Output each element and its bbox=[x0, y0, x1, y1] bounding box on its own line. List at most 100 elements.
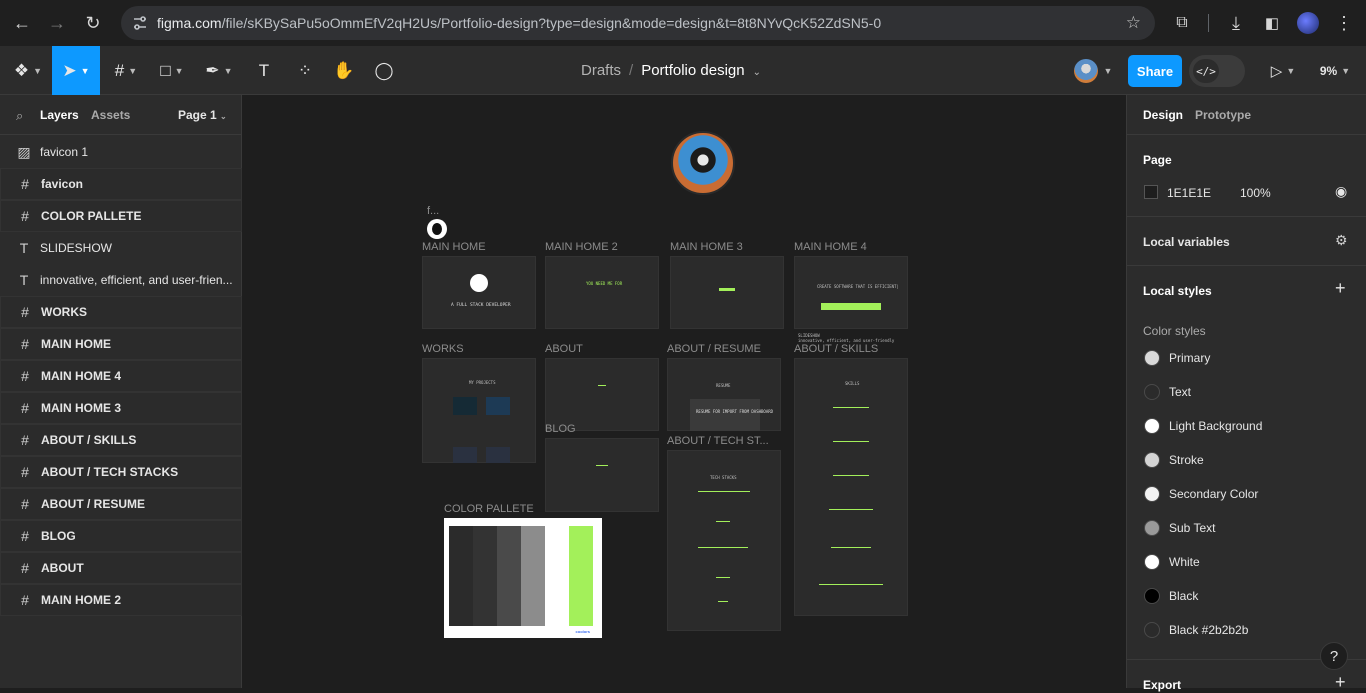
frame-label-about-skills[interactable]: ABOUT / SKILLS bbox=[794, 343, 878, 355]
present-button[interactable]: ▷ ▼ bbox=[1266, 46, 1300, 95]
zoom-menu[interactable]: 9% ▼ bbox=[1314, 46, 1356, 95]
tab-assets[interactable]: Assets bbox=[91, 108, 130, 122]
extensions-icon[interactable]: ⧉ bbox=[1168, 9, 1196, 37]
frame-icon: # bbox=[21, 432, 29, 448]
breadcrumb-drafts[interactable]: Drafts bbox=[581, 62, 621, 79]
frame-main-home-3[interactable] bbox=[670, 256, 784, 329]
frame-label-works[interactable]: WORKS bbox=[422, 343, 464, 355]
layer-item[interactable]: ▨ favicon 1 bbox=[0, 136, 242, 168]
color-style-item[interactable]: Primary bbox=[1127, 341, 1366, 375]
palette-swatch bbox=[449, 526, 473, 626]
layer-item[interactable]: # BLOG bbox=[0, 520, 242, 552]
color-style-item[interactable]: Text bbox=[1127, 375, 1366, 409]
layer-item[interactable]: # ABOUT / SKILLS bbox=[0, 424, 242, 456]
main-menu-button[interactable]: ❖ ▼ bbox=[8, 46, 48, 95]
frame-main-home-4[interactable]: CREATE SOFTWARE THAT IS EFFICIENT| bbox=[794, 256, 908, 329]
canvas[interactable]: f... MAIN HOME A FULL STACK DEVELOPER MA… bbox=[242, 95, 1126, 688]
layer-item[interactable]: # ABOUT bbox=[0, 552, 242, 584]
pen-tool-button[interactable]: ✒ ▼ bbox=[198, 46, 240, 95]
layer-item[interactable]: # ABOUT / TECH STACKS bbox=[0, 456, 242, 488]
hand-tool-button[interactable]: ✋ bbox=[330, 46, 358, 95]
color-style-item[interactable]: Sub Text bbox=[1127, 511, 1366, 545]
frame-icon: # bbox=[21, 400, 29, 416]
dev-mode-toggle[interactable]: </> bbox=[1189, 55, 1245, 87]
frame-label-about-tech[interactable]: ABOUT / TECH ST... bbox=[667, 435, 769, 447]
browser-profile-avatar[interactable] bbox=[1297, 12, 1319, 34]
color-style-item[interactable]: Stroke bbox=[1127, 443, 1366, 477]
frame-main-home[interactable]: A FULL STACK DEVELOPER bbox=[422, 256, 536, 329]
frame-label-main-home[interactable]: MAIN HOME bbox=[422, 241, 486, 253]
frame-icon: # bbox=[21, 464, 29, 480]
frame-works[interactable]: MY PROJECTS bbox=[422, 358, 536, 463]
layer-item[interactable]: Tinnovative, efficient, and user-frien..… bbox=[0, 264, 242, 296]
local-variables-label[interactable]: Local variables bbox=[1143, 235, 1230, 249]
search-icon[interactable]: ⌕ bbox=[16, 108, 23, 124]
page-selector[interactable]: Page 1 ⌄ bbox=[178, 108, 227, 122]
frame-label-main-home-4[interactable]: MAIN HOME 4 bbox=[794, 241, 867, 253]
forward-icon[interactable]: → bbox=[43, 9, 71, 37]
move-tool-button[interactable]: ➤ ▼ bbox=[52, 46, 100, 95]
frame-label-about[interactable]: ABOUT bbox=[545, 343, 583, 355]
frame-about[interactable] bbox=[545, 358, 659, 431]
page-color-value[interactable]: 1E1E1E bbox=[1167, 186, 1211, 200]
text-tool-button[interactable]: T bbox=[250, 46, 278, 95]
frame-label-color-pallete[interactable]: COLOR PALLETE bbox=[444, 503, 534, 515]
frame-label-main-home-3[interactable]: MAIN HOME 3 bbox=[670, 241, 743, 253]
frame-about-tech-stacks[interactable]: TECH STACKS bbox=[667, 450, 781, 631]
layer-item[interactable]: # COLOR PALLETE bbox=[0, 200, 242, 232]
play-icon: ▷ bbox=[1270, 62, 1283, 80]
frame-label-blog[interactable]: BLOG bbox=[545, 423, 576, 435]
layer-item[interactable]: # favicon bbox=[0, 168, 242, 200]
user-avatar[interactable] bbox=[1074, 59, 1098, 83]
variables-settings-icon[interactable]: ⚙ bbox=[1335, 232, 1348, 249]
frame-main-home-2[interactable]: YOU NEED ME FOR bbox=[545, 256, 659, 329]
reload-icon[interactable]: ↻ bbox=[79, 9, 107, 37]
layer-item[interactable]: # WORKS bbox=[0, 296, 242, 328]
address-bar[interactable]: figma.com/file/sKBySaPu5oOmmEfV2qH2Us/Po… bbox=[121, 6, 1155, 40]
page-opacity-value[interactable]: 100% bbox=[1240, 186, 1271, 200]
frame-about-skills[interactable]: SKILLS bbox=[794, 358, 908, 616]
chevron-down-icon[interactable]: ⌄ bbox=[753, 67, 761, 78]
tab-design[interactable]: Design bbox=[1143, 108, 1183, 122]
back-icon[interactable]: ← bbox=[8, 9, 36, 37]
layer-item[interactable]: # MAIN HOME 4 bbox=[0, 360, 242, 392]
help-button[interactable]: ? bbox=[1320, 642, 1348, 670]
page-color-swatch[interactable] bbox=[1144, 185, 1158, 199]
file-title[interactable]: Portfolio design bbox=[641, 62, 744, 79]
tab-prototype[interactable]: Prototype bbox=[1195, 108, 1251, 122]
layer-item[interactable]: T SLIDESHOW bbox=[0, 232, 242, 264]
resources-button[interactable]: ⁘ bbox=[290, 46, 320, 95]
share-button[interactable]: Share bbox=[1128, 55, 1182, 87]
profile-image[interactable] bbox=[671, 131, 735, 195]
frame-label-favicon[interactable]: f... bbox=[427, 205, 439, 217]
download-icon[interactable]: ⤓ bbox=[1222, 9, 1250, 37]
color-style-name: Black #2b2b2b bbox=[1169, 623, 1249, 637]
color-swatch bbox=[1144, 350, 1160, 366]
frame-about-resume[interactable]: RESUME RESUME FOR IMPORT FROM DASHBOARD bbox=[667, 358, 781, 431]
shape-tool-button[interactable]: □ ▼ bbox=[152, 46, 192, 95]
site-settings-icon[interactable] bbox=[131, 14, 149, 32]
frame-color-pallete[interactable]: coolors bbox=[444, 518, 602, 638]
layer-item[interactable]: # ABOUT / RESUME bbox=[0, 488, 242, 520]
favicon-image[interactable] bbox=[427, 219, 447, 239]
color-style-item[interactable]: Black bbox=[1127, 579, 1366, 613]
layer-item[interactable]: # MAIN HOME 3 bbox=[0, 392, 242, 424]
frame-label-main-home-2[interactable]: MAIN HOME 2 bbox=[545, 241, 618, 253]
frame-blog[interactable] bbox=[545, 438, 659, 512]
add-style-icon[interactable]: + bbox=[1335, 278, 1346, 299]
tab-layers[interactable]: Layers bbox=[40, 108, 79, 122]
bookmark-star-icon[interactable]: ☆ bbox=[1126, 13, 1141, 33]
frame-tool-button[interactable]: # ▼ bbox=[106, 46, 146, 95]
layer-item[interactable]: # MAIN HOME 2 bbox=[0, 584, 242, 616]
chevron-down-icon[interactable]: ▼ bbox=[1100, 46, 1116, 95]
layer-item[interactable]: # MAIN HOME bbox=[0, 328, 242, 360]
add-export-icon[interactable]: + bbox=[1335, 672, 1346, 693]
color-style-item[interactable]: Light Background bbox=[1127, 409, 1366, 443]
comment-tool-button[interactable]: ◯ bbox=[370, 46, 398, 95]
frame-label-about-resume[interactable]: ABOUT / RESUME bbox=[667, 343, 761, 355]
side-panel-icon[interactable]: ◧ bbox=[1258, 9, 1286, 37]
eye-icon[interactable]: ◉ bbox=[1335, 183, 1347, 200]
color-style-item[interactable]: Secondary Color bbox=[1127, 477, 1366, 511]
browser-menu-icon[interactable]: ⋮ bbox=[1330, 9, 1358, 37]
color-style-item[interactable]: White bbox=[1127, 545, 1366, 579]
